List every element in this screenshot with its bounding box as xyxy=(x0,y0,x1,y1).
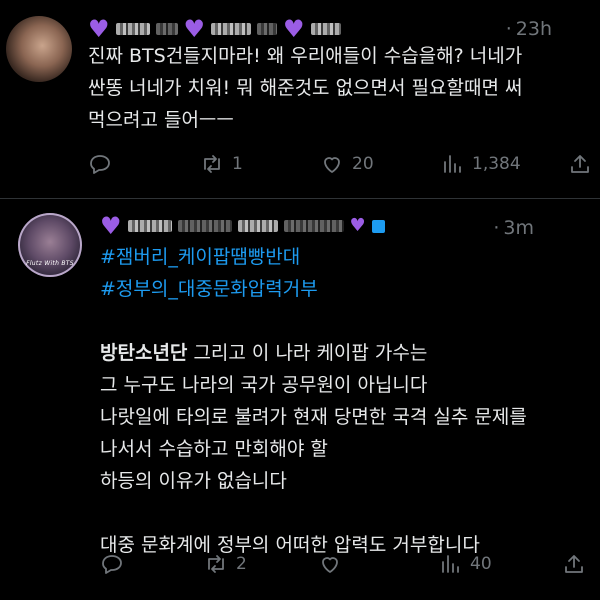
timestamp-text: 23h xyxy=(515,18,552,40)
timestamp-text: 3m xyxy=(503,217,534,239)
bold-text: 방탄소년단 xyxy=(100,342,188,364)
views-button[interactable]: 40 xyxy=(438,549,492,579)
reply-icon xyxy=(90,155,110,174)
views-button[interactable]: 1,384 xyxy=(440,149,521,179)
reply-button[interactable] xyxy=(100,549,132,579)
like-button[interactable]: 20 xyxy=(320,149,374,179)
retweet-icon xyxy=(208,555,224,573)
censored-handle xyxy=(211,23,252,35)
timestamp[interactable]: · 3m xyxy=(493,213,534,243)
censored-name xyxy=(155,23,178,35)
action-bar: 1 20 1,384 xyxy=(88,149,598,179)
censored-handle xyxy=(257,23,278,35)
like-button[interactable] xyxy=(318,549,350,579)
retweet-count: 2 xyxy=(236,554,247,574)
tweet-text-line: 먹으려고 들어ㅡㅡ xyxy=(88,109,234,131)
like-icon xyxy=(322,557,338,573)
purple-heart-icon: ♥ xyxy=(183,15,206,43)
purple-heart-icon: ♥ xyxy=(349,215,366,236)
share-icon xyxy=(571,155,589,173)
retweet-button[interactable]: 1 xyxy=(200,149,243,179)
tweet-text-line: 진짜 BTS건들지마라! 왜 우리애들이 수습을해? 너네가 xyxy=(88,45,523,67)
share-button[interactable] xyxy=(562,549,586,579)
hashtag-link[interactable]: #정부의_대중문화압력거부 xyxy=(100,273,590,305)
purple-heart-icon: ♥ xyxy=(100,212,122,240)
tweet-header: ♥ ♥ xyxy=(100,211,385,241)
share-icon xyxy=(565,555,583,573)
like-count: 20 xyxy=(352,154,374,174)
censored-handle xyxy=(310,23,341,35)
reply-button[interactable] xyxy=(88,149,120,179)
tweet-text-line: 나랏일에 타의로 불려가 현재 당면한 국격 실추 문제를 xyxy=(100,406,527,428)
tweet-text: 진짜 BTS건들지마라! 왜 우리애들이 수습을해? 너네가싼똥 너네가 치워!… xyxy=(88,40,588,136)
purple-heart-icon: ♥ xyxy=(283,15,305,43)
views-icon xyxy=(442,555,459,573)
text-span: 그리고 이 나라 케이팝 가수는 xyxy=(187,342,428,364)
avatar[interactable]: Flutz With BTS xyxy=(18,213,82,277)
views-icon xyxy=(444,155,461,173)
like-icon xyxy=(324,157,340,173)
action-bar: 2 40 xyxy=(100,549,598,579)
retweet-count: 1 xyxy=(232,154,243,174)
view-count: 1,384 xyxy=(472,154,521,174)
tweet-1[interactable]: ♥ ♥ ♥ · 23h 진짜 BTS건들지마라! 왜 우리애들이 수습을해? 너네… xyxy=(0,0,600,198)
avatar[interactable] xyxy=(6,16,72,82)
tweet-text-line: 하등의 이유가 없습니다 xyxy=(100,470,287,492)
censored-name xyxy=(115,23,150,35)
tweet-text-line: 나서서 수습하고 만회해야 할 xyxy=(100,438,328,460)
tweet-text-line: 싼똥 너네가 치워! 뭐 해준것도 없으면서 필요할때면 써 xyxy=(88,77,523,99)
tweet-text-line: 방탄소년단 그리고 이 나라 케이팝 가수는 xyxy=(100,337,590,369)
hashtag-link[interactable]: #잼버리_케이팝땜빵반대 xyxy=(100,241,590,273)
purple-heart-icon: ♥ xyxy=(88,15,110,43)
censored-name xyxy=(177,220,232,232)
reply-icon xyxy=(102,555,122,574)
tweet-2[interactable]: Flutz With BTS ♥ ♥ · 3m #잼버리_케이팝땜빵반대 #정부의_… xyxy=(0,199,600,600)
tweet-text-line: 그 누구도 나라의 국가 공무원이 아닙니다 xyxy=(100,374,428,396)
retweet-icon xyxy=(204,155,220,173)
retweet-button[interactable]: 2 xyxy=(204,549,247,579)
avatar-caption: Flutz With BTS xyxy=(26,260,74,267)
share-button[interactable] xyxy=(568,149,592,179)
censored-name xyxy=(127,220,172,232)
censored-handle xyxy=(283,220,344,232)
view-count: 40 xyxy=(470,554,492,574)
verified-badge-icon xyxy=(371,219,385,233)
tweet-text: #잼버리_케이팝땜빵반대 #정부의_대중문화압력거부방탄소년단 그리고 이 나라 … xyxy=(100,241,590,561)
censored-handle xyxy=(237,220,278,232)
